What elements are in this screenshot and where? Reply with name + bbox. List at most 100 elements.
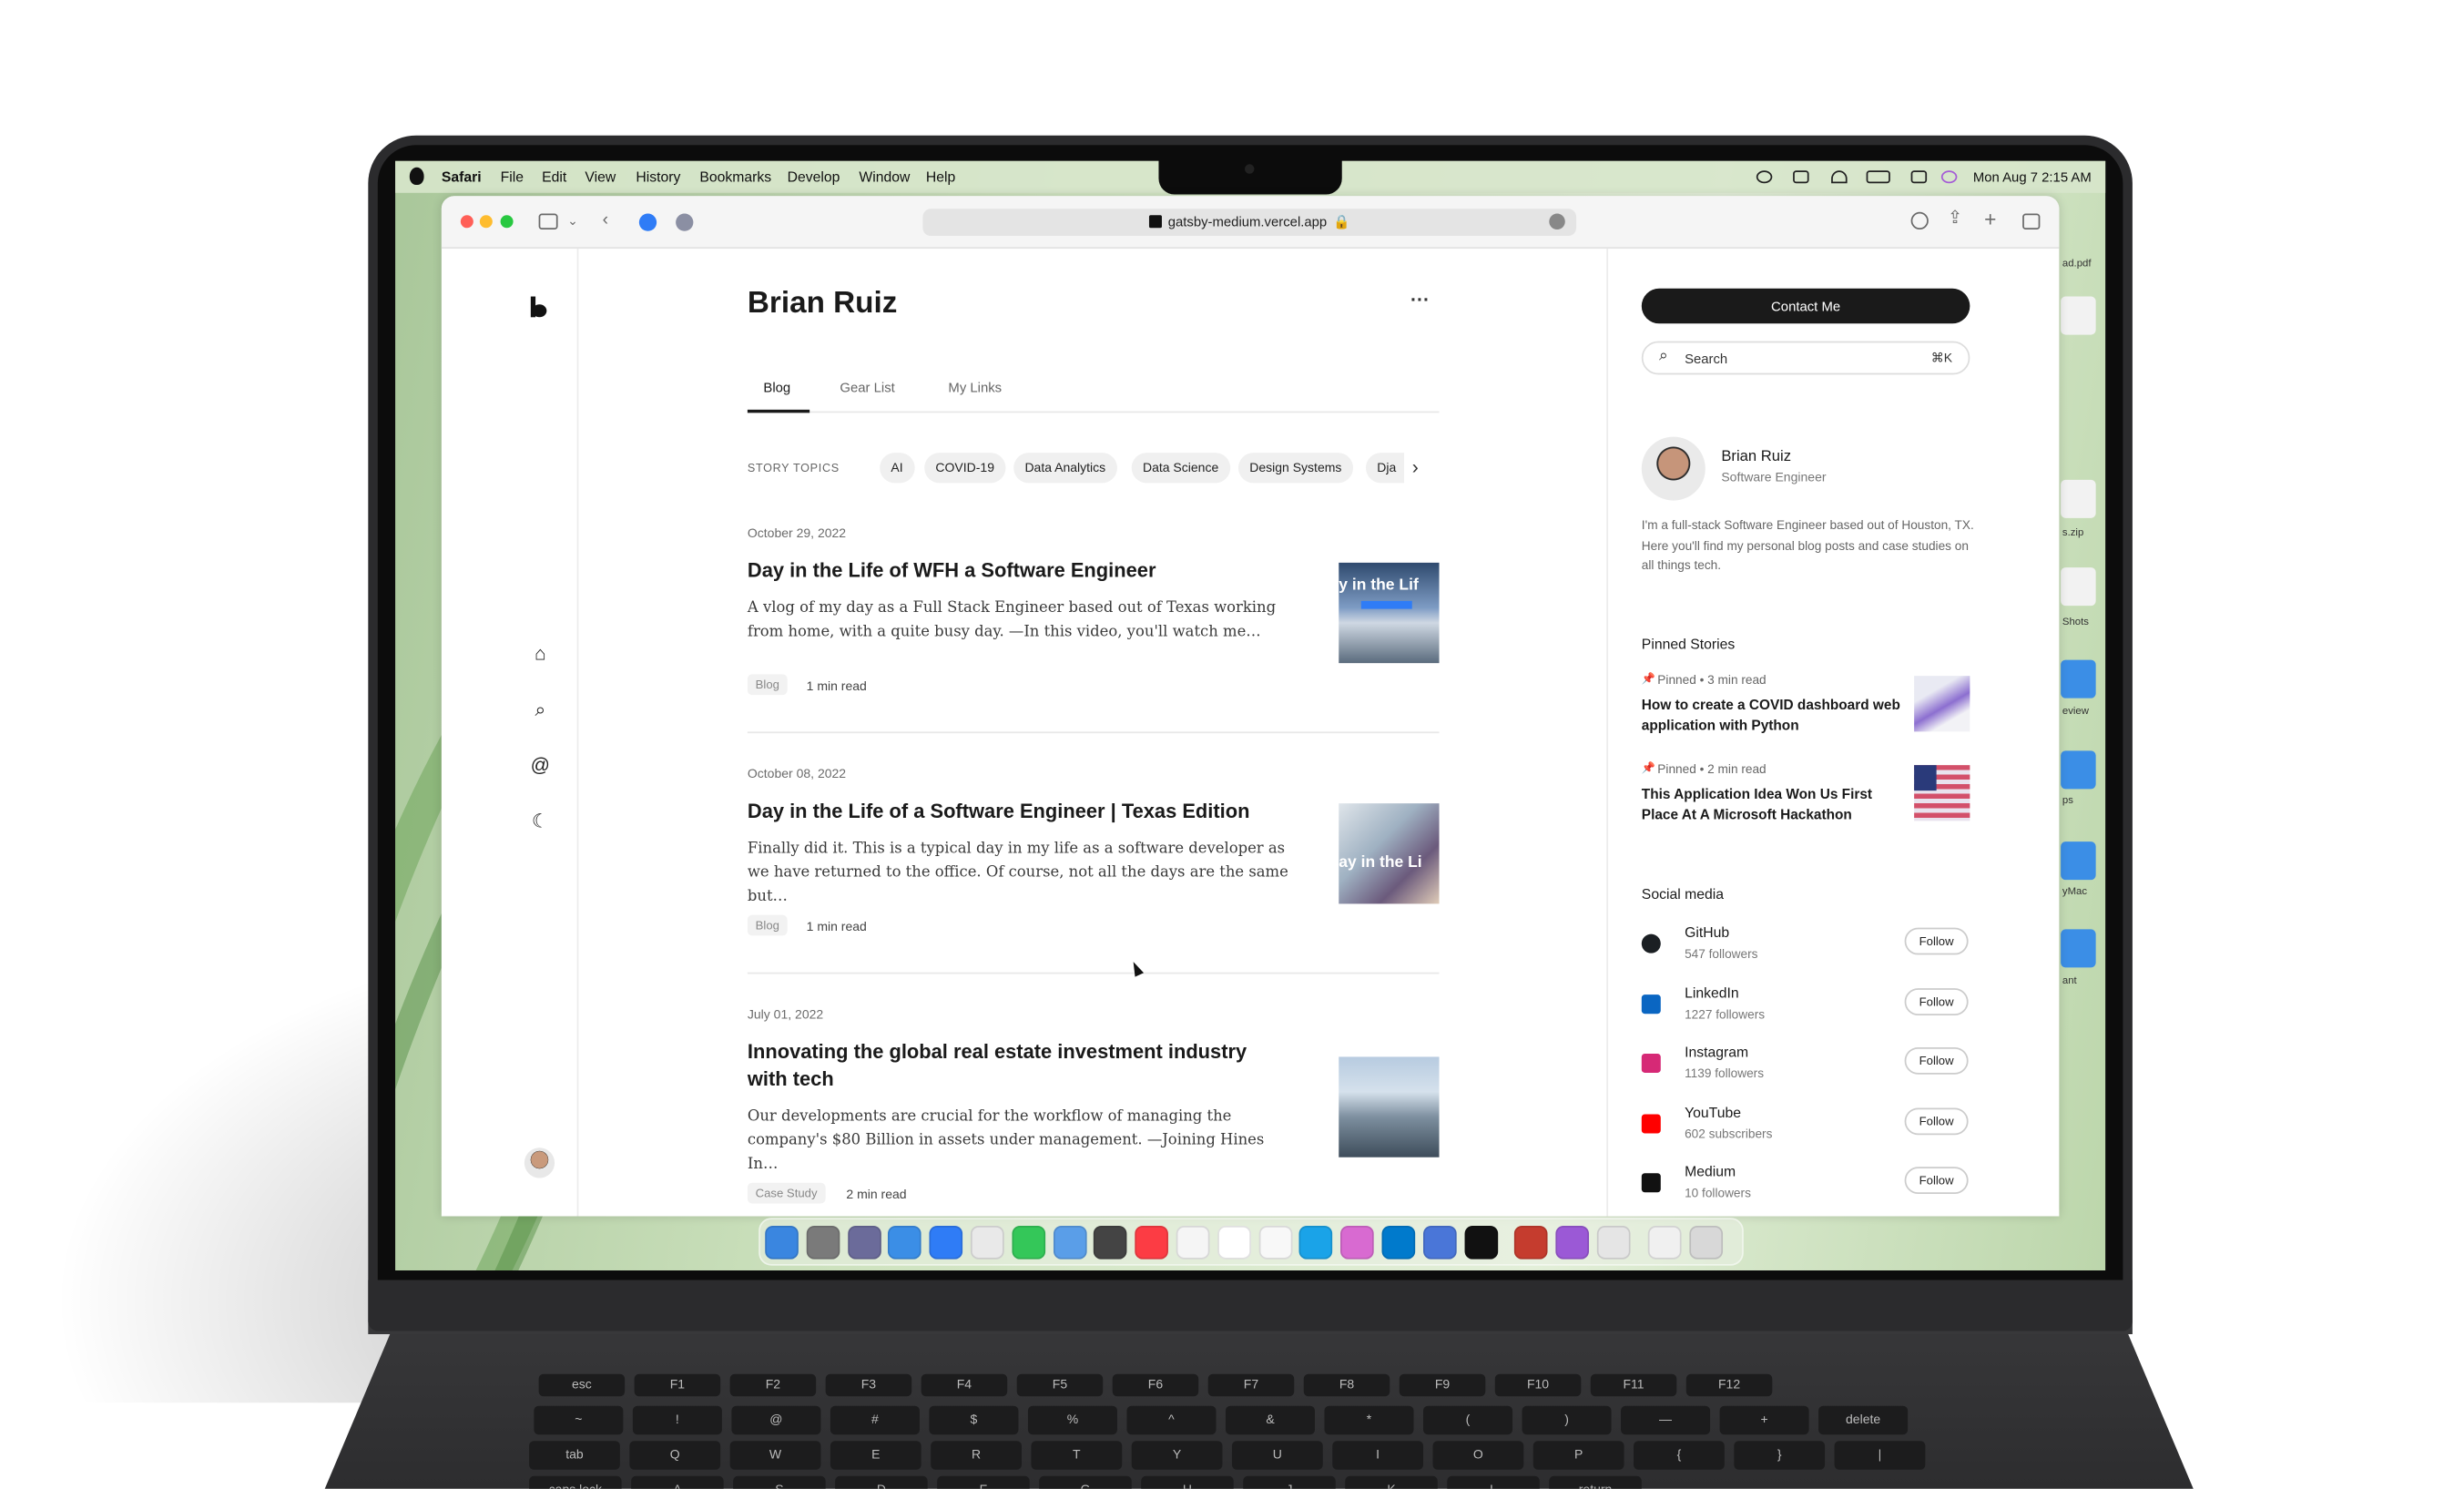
profile-avatar[interactable] — [1641, 436, 1705, 501]
at-icon[interactable]: @ — [529, 754, 552, 777]
extension-icon[interactable] — [676, 213, 694, 231]
topic-chip[interactable]: Dja — [1366, 453, 1405, 484]
menu-window[interactable]: Window — [859, 169, 910, 186]
reminders-icon[interactable] — [1217, 1225, 1251, 1260]
more-options-icon[interactable] — [1549, 213, 1565, 230]
settings-icon[interactable] — [806, 1225, 840, 1260]
podcasts-icon[interactable] — [1555, 1225, 1590, 1260]
tab-my-links[interactable]: My Links — [948, 380, 1002, 396]
minimize-window-button[interactable] — [479, 215, 493, 229]
follow-button[interactable]: Follow — [1904, 987, 1969, 1015]
back-icon[interactable]: ‹ — [603, 211, 608, 229]
music-icon[interactable] — [1135, 1225, 1169, 1260]
new-tab-icon[interactable]: + — [1984, 209, 1996, 229]
extension-icon[interactable] — [638, 213, 657, 231]
address-bar[interactable]: gatsby-medium.vercel.app 🔒 — [922, 209, 1577, 237]
app-icon[interactable] — [1596, 1225, 1631, 1260]
post-category-badge[interactable]: Case Study — [747, 1182, 826, 1204]
trash-icon[interactable] — [1688, 1225, 1723, 1260]
post-title[interactable]: Day in the Life of a Software Engineer |… — [748, 799, 1289, 826]
tab-overview-icon[interactable] — [2022, 213, 2041, 230]
post-thumbnail[interactable] — [1339, 1056, 1440, 1158]
menu-file[interactable]: File — [501, 169, 524, 186]
finder-icon[interactable] — [765, 1225, 799, 1260]
post-title[interactable]: Day in the Life of WFH a Software Engine… — [748, 558, 1289, 586]
siri-icon[interactable] — [1940, 170, 1958, 184]
app-icon[interactable] — [1422, 1225, 1457, 1260]
social-name[interactable]: Medium — [1685, 1164, 1736, 1180]
instagram-icon[interactable] — [1641, 1053, 1661, 1073]
avatar[interactable] — [524, 1147, 555, 1178]
medium-icon[interactable] — [1641, 1173, 1661, 1193]
terminal-icon[interactable] — [1463, 1225, 1498, 1260]
menu-history[interactable]: History — [636, 169, 680, 186]
social-name[interactable]: LinkedIn — [1685, 984, 1739, 1001]
pinned-story-title[interactable]: How to create a COVID dashboard web appl… — [1642, 695, 1905, 735]
social-name[interactable]: Instagram — [1685, 1044, 1748, 1060]
notion-icon[interactable] — [1258, 1225, 1292, 1260]
youtube-icon[interactable] — [1641, 1113, 1661, 1133]
topic-chip[interactable]: Data Science — [1131, 453, 1230, 484]
github-icon[interactable] — [1641, 933, 1661, 954]
chevron-right-icon[interactable]: › — [1412, 456, 1419, 479]
chevron-down-icon[interactable]: ⌄ — [567, 212, 578, 229]
moon-icon[interactable]: ☾ — [529, 810, 552, 832]
follow-button[interactable]: Follow — [1904, 927, 1969, 955]
instruments-icon[interactable] — [1514, 1225, 1549, 1260]
photos-icon[interactable] — [1053, 1225, 1086, 1260]
menu-bookmarks[interactable]: Bookmarks — [699, 169, 771, 186]
menu-help[interactable]: Help — [926, 169, 955, 186]
mail-icon[interactable] — [888, 1225, 922, 1260]
topic-chip[interactable]: AI — [880, 453, 914, 484]
desktop-folder-icon[interactable] — [2061, 659, 2096, 699]
post-category-badge[interactable]: Blog — [747, 914, 788, 936]
share-icon[interactable]: ⇪ — [1948, 209, 1962, 228]
launchpad-icon[interactable] — [847, 1225, 881, 1260]
follow-button[interactable]: Follow — [1904, 1046, 1969, 1075]
desktop-folder-icon[interactable] — [2061, 929, 2096, 968]
topic-chip[interactable]: COVID-19 — [924, 453, 1006, 484]
tab-gear-list[interactable]: Gear List — [840, 380, 894, 396]
status-icon[interactable] — [1756, 170, 1773, 184]
menu-edit[interactable]: Edit — [542, 169, 566, 186]
desktop-file-icon[interactable] — [2061, 567, 2096, 607]
menu-view[interactable]: View — [585, 169, 616, 186]
pinned-story-thumbnail[interactable] — [1914, 676, 1970, 732]
vscode-icon[interactable] — [1381, 1225, 1416, 1260]
search-input[interactable]: ⌕ Search ⌘K — [1641, 341, 1970, 375]
safari-icon[interactable] — [929, 1225, 963, 1260]
close-window-button[interactable] — [460, 215, 473, 229]
post-title[interactable]: Innovating the global real estate invest… — [748, 1039, 1289, 1094]
more-options-icon[interactable]: ··· — [1410, 289, 1430, 311]
final-cut-icon[interactable] — [1094, 1225, 1128, 1260]
headphones-icon[interactable] — [1831, 170, 1848, 184]
chrome-icon[interactable] — [970, 1225, 1004, 1260]
menu-clock[interactable]: Mon Aug 7 2:15 AM — [1973, 169, 2092, 186]
follow-button[interactable]: Follow — [1904, 1167, 1969, 1194]
pinned-story-title[interactable]: This Application Idea Won Us First Place… — [1642, 784, 1905, 824]
post-thumbnail[interactable]: y in the Lif — [1339, 562, 1440, 664]
search-icon[interactable]: ⌕ — [529, 699, 552, 721]
download-icon[interactable] — [1910, 211, 1929, 230]
pinned-story-thumbnail[interactable] — [1914, 765, 1970, 821]
topic-chip[interactable]: Data Analytics — [1013, 453, 1117, 484]
desktop-file-icon[interactable] — [2061, 479, 2096, 518]
sidebar-toggle-icon[interactable] — [538, 213, 558, 230]
status-icon[interactable] — [1793, 170, 1809, 184]
contact-me-button[interactable]: Contact Me — [1641, 288, 1970, 324]
tab-blog[interactable]: Blog — [763, 380, 790, 396]
telegram-icon[interactable] — [1299, 1225, 1333, 1260]
desktop-folder-icon[interactable] — [2061, 841, 2096, 881]
apple-icon[interactable] — [409, 167, 424, 186]
app-icon[interactable] — [1340, 1225, 1375, 1260]
control-center-icon[interactable] — [1910, 170, 1928, 184]
social-name[interactable]: GitHub — [1685, 924, 1729, 941]
linkedin-icon[interactable] — [1641, 994, 1661, 1014]
messages-icon[interactable] — [1012, 1225, 1045, 1260]
follow-button[interactable]: Follow — [1904, 1107, 1969, 1135]
social-name[interactable]: YouTube — [1685, 1104, 1741, 1120]
folder-icon[interactable] — [1647, 1225, 1682, 1260]
desktop-file-icon[interactable] — [2061, 296, 2096, 335]
site-logo[interactable] — [530, 296, 548, 318]
post-thumbnail[interactable]: ay in the Li — [1339, 803, 1440, 904]
